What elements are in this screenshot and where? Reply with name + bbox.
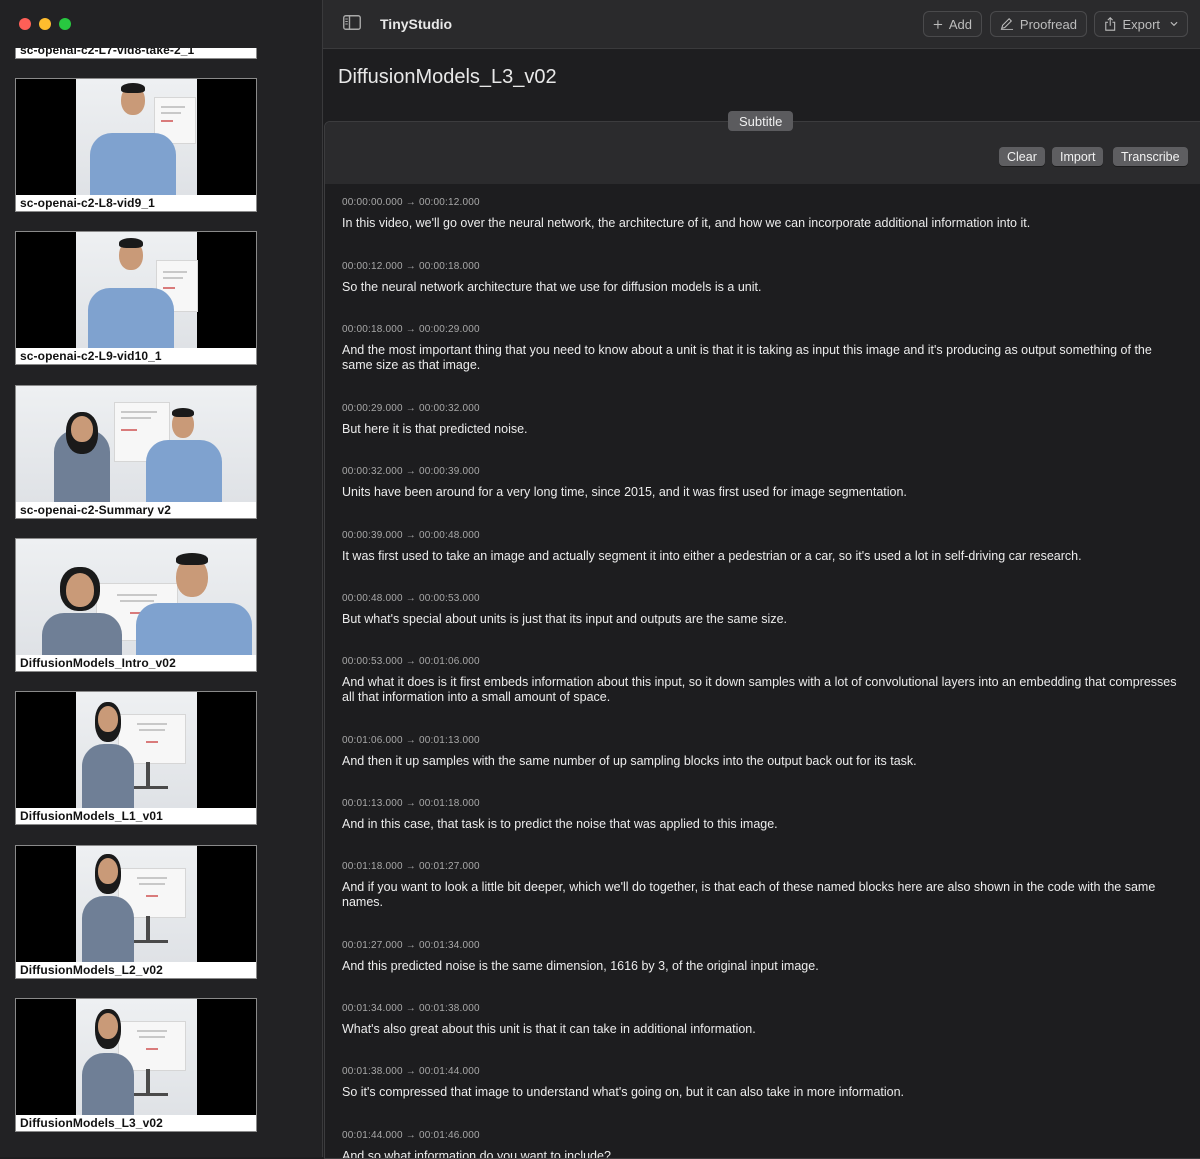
cue-text: What's also great about this unit is tha…	[342, 1022, 756, 1036]
video-caption: DiffusionModels_L3_v02	[20, 1116, 163, 1130]
video-thumbnail[interactable]: sc-openai-c2-L8-vid9_1	[15, 78, 257, 212]
transcript-cue[interactable]: 00:01:27.000 → 00:01:34.000 And this pre…	[342, 940, 1182, 974]
cue-text: And if you want to look a little bit dee…	[342, 880, 1156, 909]
cue-timestamp: 00:01:38.000 → 00:01:44.000	[342, 1066, 480, 1077]
add-button[interactable]: Add	[923, 11, 982, 37]
cue-timestamp: 00:00:53.000 → 00:01:06.000	[342, 656, 480, 667]
cue-text: And the most important thing that you ne…	[342, 343, 1152, 372]
transcript-cue[interactable]: 00:00:53.000 → 00:01:06.000 And what it …	[342, 656, 1182, 705]
cue-timestamp: 00:00:32.000 → 00:00:39.000	[342, 466, 480, 477]
video-preview	[16, 386, 256, 502]
transcribe-button[interactable]: Transcribe	[1113, 147, 1188, 166]
video-caption: DiffusionModels_Intro_v02	[20, 656, 176, 670]
video-sidebar: sc-openai-c2-L7-vid8-take-2_1 sc-openai-…	[0, 0, 323, 1157]
subtitle-panel: Clear Import Transcribe 00:00:00.000 → 0…	[324, 121, 1200, 1159]
cue-text: And in this case, that task is to predic…	[342, 817, 778, 831]
cue-text: And so what information do you want to i…	[342, 1149, 611, 1159]
subtitle-panel-header: Clear Import Transcribe	[325, 122, 1200, 184]
cue-timestamp: 00:00:12.000 → 00:00:18.000	[342, 261, 480, 272]
video-thumbnail[interactable]: DiffusionModels_L2_v02	[15, 845, 257, 979]
window-controls	[19, 18, 71, 30]
cue-timestamp: 00:01:18.000 → 00:01:27.000	[342, 861, 480, 872]
video-thumbnail[interactable]: DiffusionModels_L3_v02	[15, 998, 257, 1132]
transcript-cue[interactable]: 00:01:06.000 → 00:01:13.000 And then it …	[342, 735, 1182, 769]
clear-button[interactable]: Clear	[999, 147, 1045, 166]
plus-icon	[933, 19, 943, 29]
cue-timestamp: 00:01:27.000 → 00:01:34.000	[342, 940, 480, 951]
cue-text: But what's special about units is just t…	[342, 612, 787, 626]
video-caption: sc-openai-c2-L8-vid9_1	[20, 196, 155, 210]
video-preview	[16, 539, 256, 655]
transcript-cue[interactable]: 00:00:32.000 → 00:00:39.000 Units have b…	[342, 466, 1182, 500]
cue-text: But here it is that predicted noise.	[342, 422, 528, 436]
transcript-cue[interactable]: 00:00:12.000 → 00:00:18.000 So the neura…	[342, 261, 1182, 295]
cue-timestamp: 00:00:48.000 → 00:00:53.000	[342, 593, 480, 604]
transcript-cue[interactable]: 00:01:38.000 → 00:01:44.000 So it's comp…	[342, 1066, 1182, 1100]
video-thumbnail[interactable]: sc-openai-c2-Summary v2	[15, 385, 257, 519]
video-thumbnail[interactable]: DiffusionModels_L1_v01	[15, 691, 257, 825]
cue-timestamp: 00:01:06.000 → 00:01:13.000	[342, 735, 480, 746]
cue-timestamp: 00:00:29.000 → 00:00:32.000	[342, 403, 480, 414]
transcript-cue[interactable]: 00:00:18.000 → 00:00:29.000 And the most…	[342, 324, 1182, 373]
cue-text: In this video, we'll go over the neural …	[342, 216, 1031, 230]
transcript-cue[interactable]: 00:01:13.000 → 00:01:18.000 And in this …	[342, 798, 1182, 832]
toolbar: TinyStudio Add Proofread Export	[323, 0, 1200, 49]
export-button-label: Export	[1122, 16, 1161, 32]
transcript-cue[interactable]: 00:00:29.000 → 00:00:32.000 But here it …	[342, 403, 1182, 437]
chevron-down-icon	[1170, 21, 1178, 27]
tab-subtitle[interactable]: Subtitle	[728, 111, 794, 131]
cue-timestamp: 00:01:13.000 → 00:01:18.000	[342, 798, 480, 809]
cue-timestamp: 00:00:18.000 → 00:00:29.000	[342, 324, 480, 335]
cue-text: It was first used to take an image and a…	[342, 549, 1082, 563]
transcript-cue[interactable]: 00:00:00.000 → 00:00:12.000 In this vide…	[342, 197, 1182, 231]
video-caption: DiffusionModels_L2_v02	[20, 963, 163, 977]
close-window-button[interactable]	[19, 18, 31, 30]
import-button[interactable]: Import	[1052, 147, 1104, 166]
video-thumbnail[interactable]: sc-openai-c2-L9-vid10_1	[15, 231, 257, 365]
video-preview	[16, 846, 256, 962]
cue-timestamp: 00:00:39.000 → 00:00:48.000	[342, 530, 480, 541]
transcript-cue[interactable]: 00:01:34.000 → 00:01:38.000 What's also …	[342, 1003, 1182, 1037]
document-title: DiffusionModels_L3_v02	[338, 66, 557, 88]
proofread-button[interactable]: Proofread	[990, 11, 1087, 37]
cue-text: Units have been around for a very long t…	[342, 485, 907, 499]
app-title: TinyStudio	[380, 16, 453, 32]
video-preview	[16, 232, 256, 348]
cue-text: And then it up samples with the same num…	[342, 754, 917, 768]
cue-timestamp: 00:01:34.000 → 00:01:38.000	[342, 1003, 480, 1014]
video-caption: sc-openai-c2-L9-vid10_1	[20, 349, 162, 363]
zoom-window-button[interactable]	[59, 18, 71, 30]
add-button-label: Add	[948, 16, 972, 32]
cue-text: And what it does is it first embeds info…	[342, 675, 1177, 704]
cue-text: So the neural network architecture that …	[342, 280, 762, 294]
video-thumbnail[interactable]: DiffusionModels_Intro_v02	[15, 538, 257, 672]
cue-timestamp: 00:00:00.000 → 00:00:12.000	[342, 197, 480, 208]
cue-text: And this predicted noise is the same dim…	[342, 959, 819, 973]
transcript-cue[interactable]: 00:00:39.000 → 00:00:48.000 It was first…	[342, 530, 1182, 564]
cue-text: So it's compressed that image to underst…	[342, 1085, 905, 1099]
transcript-cue[interactable]: 00:01:44.000 → 00:01:46.000 And so what …	[342, 1130, 1182, 1159]
video-caption: DiffusionModels_L1_v01	[20, 809, 163, 823]
proofread-button-label: Proofread	[1019, 16, 1077, 32]
video-caption: sc-openai-c2-Summary v2	[20, 503, 172, 517]
sidebar-toggle-icon[interactable]	[343, 15, 361, 30]
minimize-window-button[interactable]	[39, 18, 51, 30]
main-area: TinyStudio Add Proofread Export Diffusio…	[323, 0, 1200, 1159]
export-button[interactable]: Export	[1094, 11, 1188, 37]
cue-timestamp: 00:01:44.000 → 00:01:46.000	[342, 1130, 480, 1141]
video-preview	[16, 692, 256, 808]
video-preview	[16, 999, 256, 1115]
pencil-icon	[1000, 18, 1014, 30]
transcript-cue[interactable]: 00:00:48.000 → 00:00:53.000 But what's s…	[342, 593, 1182, 627]
share-icon	[1105, 17, 1116, 31]
transcript-cue[interactable]: 00:01:18.000 → 00:01:27.000 And if you w…	[342, 861, 1182, 910]
video-preview	[16, 79, 256, 195]
